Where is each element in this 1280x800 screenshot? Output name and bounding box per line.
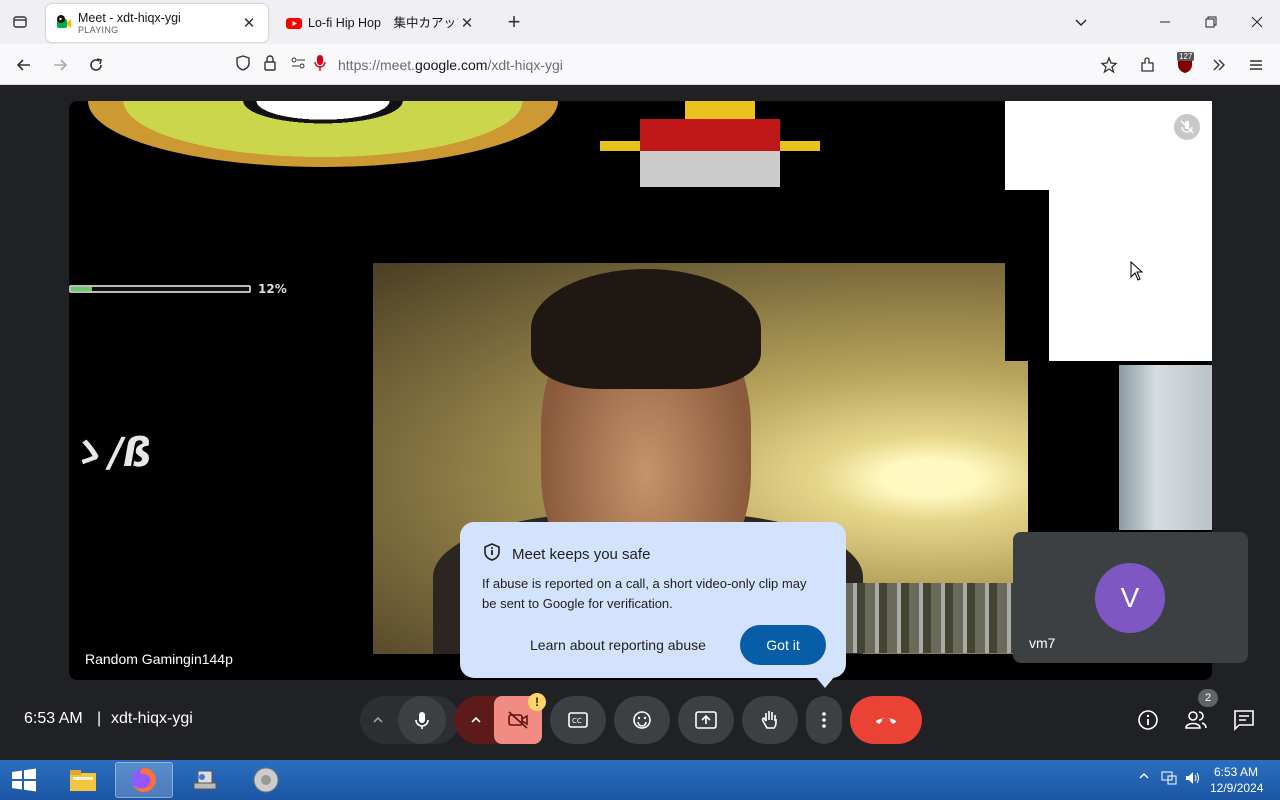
lock-icon[interactable] bbox=[262, 54, 278, 77]
meeting-details-icon[interactable] bbox=[1134, 706, 1162, 734]
ublock-extension-icon[interactable]: 127 bbox=[1172, 52, 1198, 78]
back-icon[interactable] bbox=[11, 52, 37, 78]
meeting-code: xdt-hiqx-ygi bbox=[111, 710, 193, 727]
shield-info-icon bbox=[482, 542, 502, 566]
video-overlay-logo: ゝ/ß bbox=[64, 430, 156, 476]
tab-lofi[interactable]: Lo-fi Hip Hop 集中カアップ! ✕ bbox=[276, 4, 486, 42]
new-tab-icon[interactable]: + bbox=[502, 9, 526, 34]
popup-body: If abuse is reported on a call, a short … bbox=[482, 576, 807, 611]
close-tab-icon[interactable]: ✕ bbox=[458, 14, 476, 32]
camera-options-chevron-icon[interactable] bbox=[462, 706, 490, 734]
minimize-icon[interactable] bbox=[1142, 0, 1188, 44]
list-all-tabs-icon[interactable] bbox=[8, 10, 32, 34]
tab-title: Meet - xdt-hiqx-ygi bbox=[78, 10, 181, 25]
more-options-button[interactable] bbox=[806, 696, 842, 744]
video-toy-graphic bbox=[600, 101, 820, 187]
tab-playing-label: PLAYING bbox=[78, 24, 119, 35]
learn-reporting-abuse-link[interactable]: Learn about reporting abuse bbox=[530, 637, 706, 653]
meet-favicon-icon bbox=[56, 15, 72, 31]
address-bar[interactable]: https://meet.google.com/xdt-hiqx-ygi bbox=[228, 49, 1128, 81]
shield-icon[interactable] bbox=[234, 54, 252, 77]
video-white-panel-cutout bbox=[1005, 190, 1049, 361]
video-overlay-progress-label: 12% bbox=[258, 282, 287, 296]
taskbar-clock[interactable]: 6:53 AM 12/9/2024 bbox=[1210, 764, 1264, 796]
windows-start-icon[interactable] bbox=[6, 764, 42, 796]
url-text: https://meet.google.com/xdt-hiqx-ygi bbox=[338, 57, 563, 73]
close-tab-icon[interactable]: ✕ bbox=[240, 14, 258, 32]
forward-icon[interactable] bbox=[47, 52, 73, 78]
clock-date: 12/9/2024 bbox=[1210, 781, 1264, 795]
got-it-button[interactable]: Got it bbox=[740, 625, 826, 665]
chat-icon[interactable] bbox=[1230, 706, 1258, 734]
mouse-cursor-icon bbox=[1130, 260, 1144, 286]
participants-count-badge: 2 bbox=[1198, 689, 1218, 707]
browser-tab-bar: Meet - xdt-hiqx-ygi PLAYING ✕ Lo-fi Hip … bbox=[0, 0, 1280, 44]
tab-meet[interactable]: Meet - xdt-hiqx-ygi PLAYING ✕ bbox=[46, 4, 268, 42]
firefox-icon[interactable] bbox=[115, 762, 173, 798]
show-hidden-icons-icon[interactable] bbox=[1138, 770, 1150, 785]
tab-title: Lo-fi Hip Hop 集中カアップ! bbox=[308, 16, 458, 30]
safety-popup: Meet keeps you safe If abuse is reported… bbox=[460, 522, 846, 688]
volume-tray-icon[interactable] bbox=[1184, 770, 1202, 789]
popup-title: Meet keeps you safe bbox=[512, 545, 651, 563]
people-icon[interactable] bbox=[1182, 706, 1210, 734]
captions-button[interactable]: CC bbox=[550, 696, 606, 744]
participant-muted-icon bbox=[1174, 114, 1200, 140]
microphone-in-use-icon[interactable] bbox=[314, 54, 326, 77]
media-app-icon[interactable] bbox=[237, 762, 295, 798]
restore-icon[interactable] bbox=[1188, 0, 1234, 44]
extension-badge: 127 bbox=[1177, 52, 1195, 61]
browser-nav-bar: https://meet.google.com/xdt-hiqx-ygi 127 bbox=[0, 44, 1280, 85]
self-view-tile[interactable]: V vm7 bbox=[1013, 532, 1248, 663]
leave-call-button[interactable] bbox=[850, 696, 922, 744]
audio-options-chevron-icon[interactable] bbox=[364, 706, 392, 734]
raise-hand-button[interactable] bbox=[742, 696, 798, 744]
bookmark-star-icon[interactable] bbox=[1096, 52, 1122, 78]
windows-taskbar bbox=[0, 760, 1280, 800]
self-name: vm7 bbox=[1029, 635, 1056, 651]
more-tools-chevron-icon[interactable] bbox=[1206, 52, 1232, 78]
microphone-button[interactable] bbox=[398, 696, 446, 744]
file-explorer-icon[interactable] bbox=[54, 762, 112, 798]
permissions-icon[interactable] bbox=[290, 55, 308, 76]
close-window-icon[interactable] bbox=[1234, 0, 1280, 44]
tab-list-chevron-icon[interactable] bbox=[1058, 0, 1104, 44]
present-screen-button[interactable] bbox=[678, 696, 734, 744]
menu-hamburger-icon[interactable] bbox=[1243, 52, 1269, 78]
reload-icon[interactable] bbox=[83, 52, 109, 78]
youtube-favicon-icon bbox=[286, 15, 302, 31]
extensions-icon[interactable] bbox=[1135, 52, 1161, 78]
avatar: V bbox=[1095, 563, 1165, 633]
meeting-time: 6:53 AM bbox=[24, 710, 83, 727]
network-tray-icon[interactable] bbox=[1160, 770, 1178, 789]
network-app-icon[interactable] bbox=[176, 762, 234, 798]
main-participant-name: Random Gamingin144p bbox=[85, 651, 233, 667]
camera-warning-badge: ! bbox=[528, 693, 546, 711]
time-separator: | bbox=[97, 710, 102, 727]
video-right-strip bbox=[1119, 365, 1212, 530]
svg-text:CC: CC bbox=[572, 717, 582, 725]
clock-time: 6:53 AM bbox=[1213, 765, 1259, 779]
emoji-reactions-button[interactable] bbox=[614, 696, 670, 744]
video-overlay-progress-bar bbox=[69, 285, 251, 293]
